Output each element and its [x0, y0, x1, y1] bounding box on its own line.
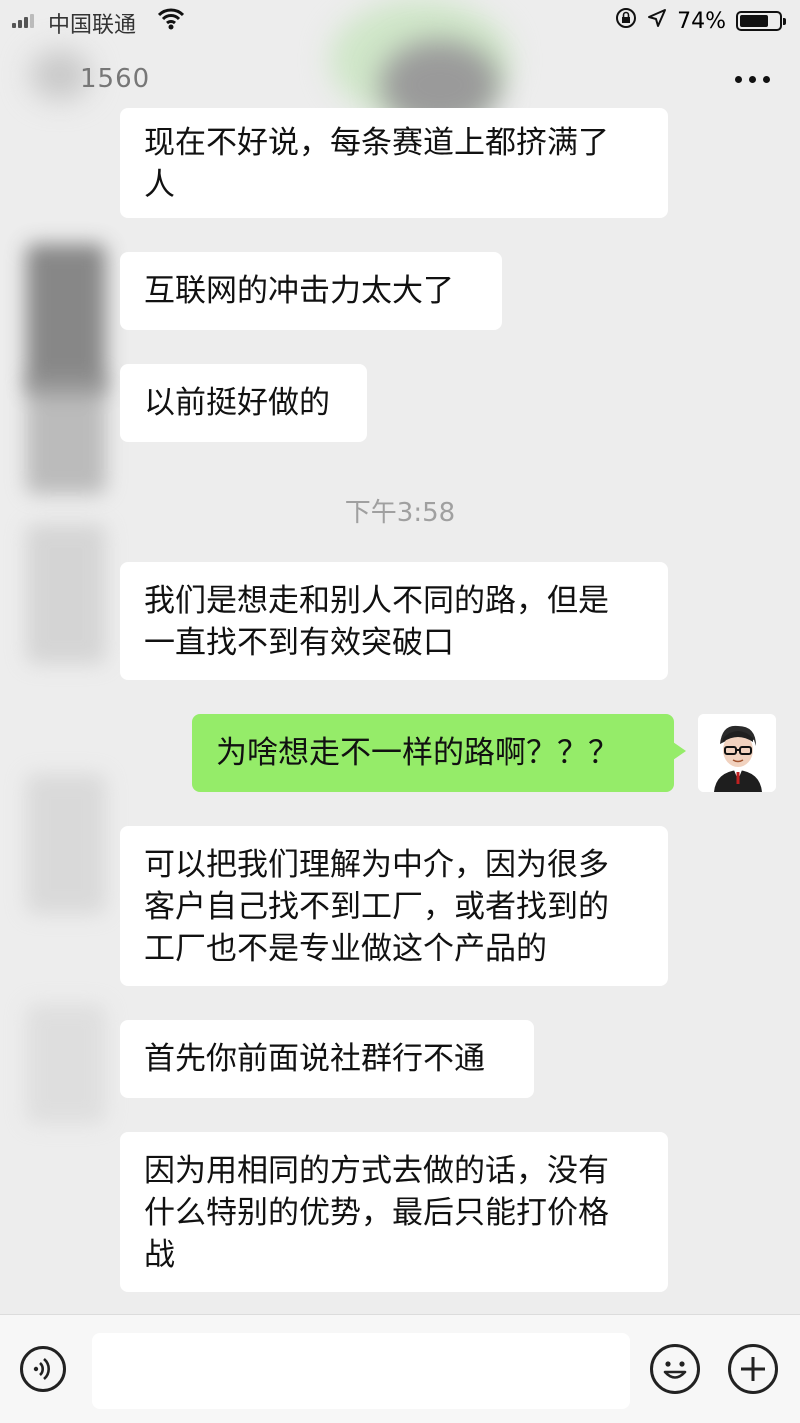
battery-fill: [740, 15, 768, 27]
message-bubble[interactable]: 可以把我们理解为中介，因为很多 客户自己找不到工厂，或者找到的 工厂也不是专业做…: [120, 826, 668, 986]
message-bubble[interactable]: 我们是想走和别人不同的路，但是 一直找不到有效突破口: [120, 562, 668, 680]
contact-avatar[interactable]: [26, 774, 106, 914]
emoji-icon[interactable]: [650, 1344, 700, 1394]
chat-screen: 中国联通 74% 1560 现在不好说，每条赛道上都挤满了 人 互联网的冲击力太…: [0, 0, 800, 1423]
input-bar: [0, 1314, 800, 1423]
battery-percent: 74%: [677, 8, 726, 34]
contact-avatar[interactable]: [26, 374, 106, 494]
message-input[interactable]: [92, 1333, 630, 1409]
battery-icon: [736, 11, 786, 31]
contact-avatar[interactable]: [26, 244, 106, 394]
message-bubble[interactable]: 互联网的冲击力太大了: [120, 252, 502, 330]
plus-icon[interactable]: [728, 1344, 778, 1394]
message-bubble[interactable]: 因为用相同的方式去做的话，没有 什么特别的优势，最后只能打价格 战: [120, 1132, 668, 1292]
my-avatar[interactable]: [698, 714, 776, 792]
contact-avatar[interactable]: [26, 1004, 106, 1124]
contact-avatar[interactable]: [26, 524, 106, 664]
location-icon: [647, 8, 667, 34]
my-message-bubble[interactable]: 为啥想走不一样的路啊？？？: [192, 714, 686, 792]
more-dots-icon[interactable]: [735, 76, 770, 83]
time-divider: 下午3:58: [344, 498, 456, 528]
message-list[interactable]: 现在不好说，每条赛道上都挤满了 人 互联网的冲击力太大了 以前挺好做的 下午3:…: [0, 108, 800, 1314]
wifi-icon: [157, 8, 185, 36]
chat-title[interactable]: 1560: [80, 64, 150, 94]
status-right: 74%: [615, 7, 786, 35]
orientation-lock-icon: [615, 7, 637, 35]
signal-strength-icon: [12, 12, 34, 28]
message-bubble[interactable]: 首先你前面说社群行不通: [120, 1020, 534, 1098]
voice-icon[interactable]: [20, 1346, 66, 1392]
carrier-name: 中国联通: [48, 13, 137, 38]
message-bubble[interactable]: 现在不好说，每条赛道上都挤满了 人: [120, 108, 668, 218]
message-bubble[interactable]: 以前挺好做的: [120, 364, 367, 442]
